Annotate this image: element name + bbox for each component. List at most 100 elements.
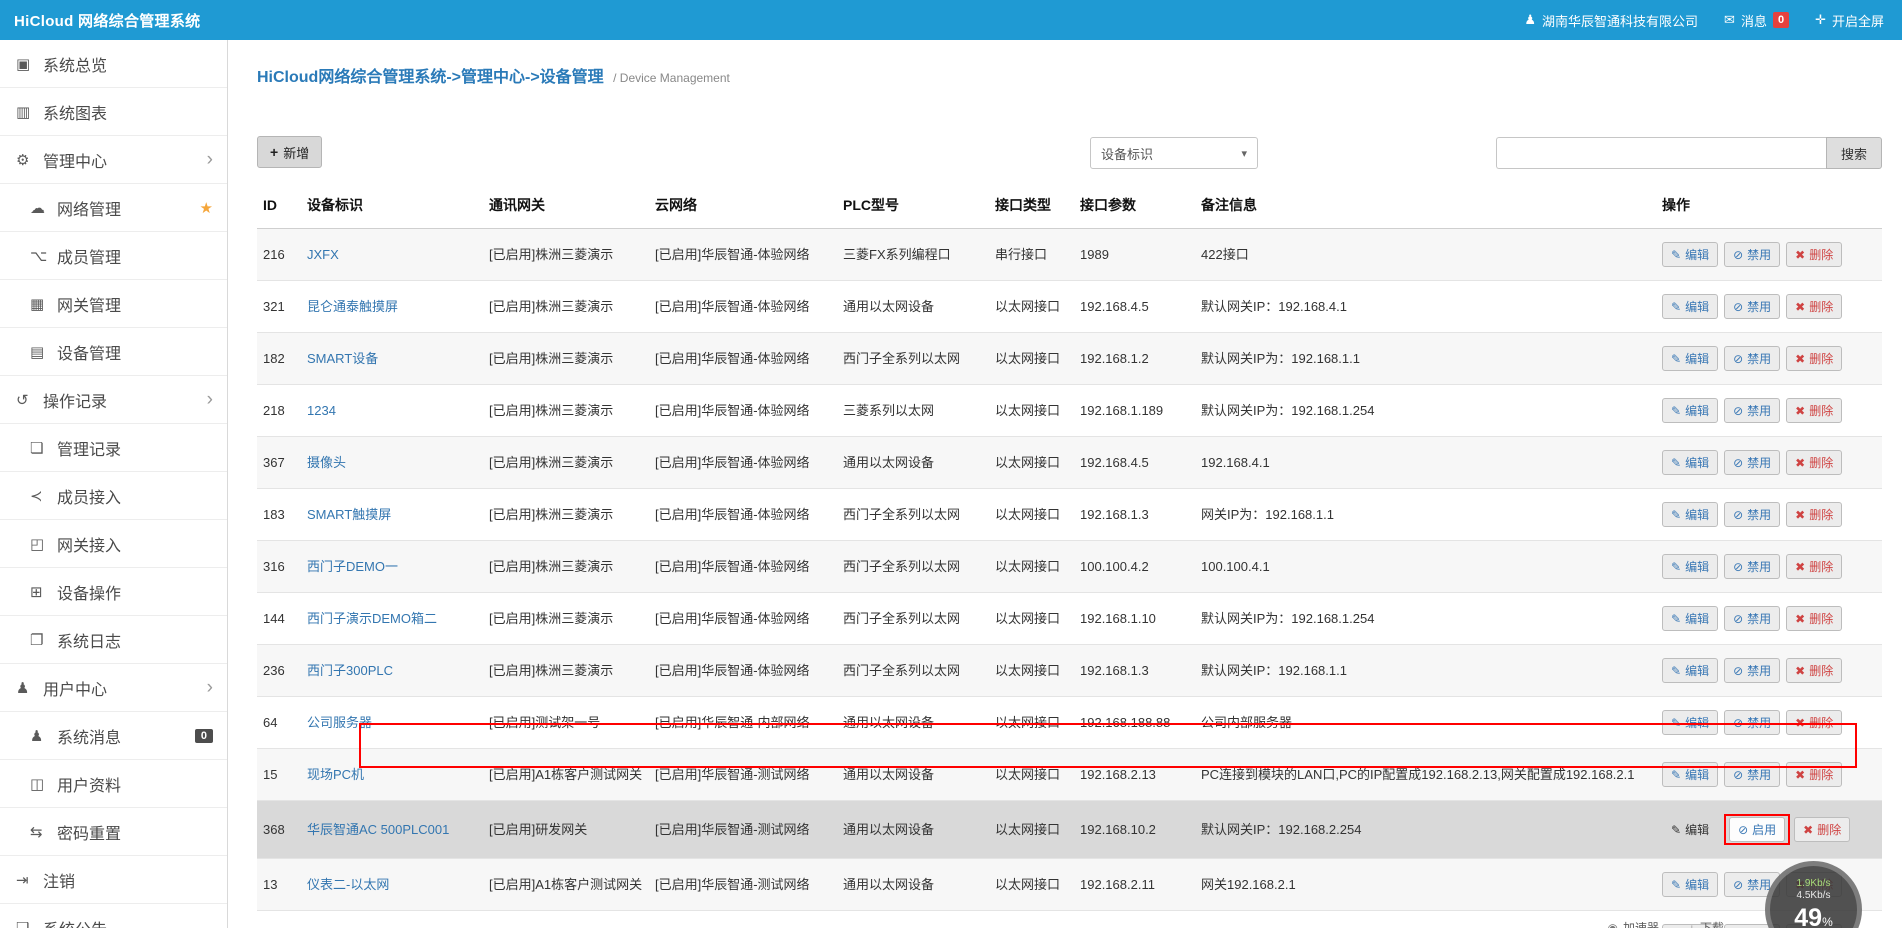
ban-icon: ⊘: [1733, 716, 1743, 730]
edit-button[interactable]: ✎编辑: [1662, 658, 1718, 683]
disable-button[interactable]: ⊘禁用: [1724, 762, 1780, 787]
delete-button[interactable]: ✖删除: [1786, 346, 1842, 371]
sidebar-item-logout[interactable]: ⇥注销: [0, 856, 227, 904]
sidebar-item-management-center[interactable]: ⚙管理中心›: [0, 136, 227, 184]
sidebar-item-system-logs[interactable]: ❐系统日志: [0, 616, 227, 664]
disable-button[interactable]: ⊘禁用: [1724, 658, 1780, 683]
sidebar-item-member-management[interactable]: ⌥成员管理: [0, 232, 227, 280]
delete-button[interactable]: ✖删除: [1786, 398, 1842, 423]
delete-button-label: 删除: [1809, 298, 1833, 315]
enable-highlight-box: ⊘启用: [1724, 814, 1790, 845]
company-menu[interactable]: ♟ 湖南华辰智通科技有限公司: [1524, 11, 1698, 30]
delete-button[interactable]: ✖删除: [1786, 294, 1842, 319]
sidebar-item-system-announcement[interactable]: ❑系统公告: [0, 904, 227, 928]
sidebar-item-label: 系统总览: [43, 52, 107, 76]
delete-button-label: 删除: [1809, 714, 1833, 731]
edit-button[interactable]: ✎编辑: [1662, 710, 1718, 735]
device-name-link[interactable]: 昆仑通泰触摸屏: [307, 299, 398, 314]
fullscreen-button[interactable]: ✛ 开启全屏: [1815, 11, 1884, 30]
sidebar-item-label: 系统日志: [57, 628, 121, 652]
edit-button[interactable]: ✎编辑: [1662, 872, 1718, 897]
device-name-link[interactable]: 公司服务器: [307, 715, 372, 730]
plc-model-cell: 通用串口设备: [843, 911, 995, 928]
plc-model-cell: 西门子全系列以太网: [843, 541, 995, 593]
enable-button[interactable]: ⊘启用: [1729, 817, 1785, 842]
delete-button[interactable]: ✖删除: [1786, 658, 1842, 683]
disable-button[interactable]: ⊘禁用: [1724, 398, 1780, 423]
device-name-link[interactable]: 摄像头: [307, 455, 346, 470]
delete-button[interactable]: ✖删除: [1786, 242, 1842, 267]
delete-button[interactable]: ✖删除: [1786, 762, 1842, 787]
sidebar-item-gateway-management[interactable]: ▦网关管理: [0, 280, 227, 328]
filter-dropdown[interactable]: 设备标识 ▾: [1090, 137, 1258, 169]
edit-button[interactable]: ✎编辑: [1662, 502, 1718, 527]
disable-button[interactable]: ⊘禁用: [1724, 294, 1780, 319]
edit-button[interactable]: ✎编辑: [1662, 762, 1718, 787]
disable-button[interactable]: ⊘禁用: [1724, 606, 1780, 631]
sidebar-item-system-messages[interactable]: ♟系统消息0: [0, 712, 227, 760]
delete-button[interactable]: ✖删除: [1786, 502, 1842, 527]
ban-icon: ⊘: [1733, 878, 1743, 892]
disable-button[interactable]: ⊘禁用: [1724, 450, 1780, 475]
device-name-link[interactable]: 华辰智通AC 500PLC001: [307, 822, 449, 837]
search-input[interactable]: [1496, 137, 1826, 169]
messages-menu[interactable]: ✉ 消息 0: [1724, 11, 1789, 30]
sidebar-item-gateway-access[interactable]: ◰网关接入: [0, 520, 227, 568]
delete-icon: ✖: [1795, 560, 1805, 574]
desktop-icon: ▣: [16, 55, 43, 73]
top-bar: HiCloud 网络综合管理系统 ♟ 湖南华辰智通科技有限公司 ✉ 消息 0 ✛…: [0, 0, 1902, 40]
sidebar-item-label: 设备操作: [57, 580, 121, 604]
device-name-link[interactable]: SMART触摸屏: [307, 507, 391, 522]
device-name-link[interactable]: SMART设备: [307, 351, 378, 366]
bottom-strip: ◉ 加速器 ↓ 下载: [1607, 919, 1724, 928]
sidebar-item-device-management[interactable]: ▤设备管理: [0, 328, 227, 376]
interface-param-cell: 100.100.4.2: [1080, 541, 1201, 593]
delete-button-label: 删除: [1809, 246, 1833, 263]
add-device-button[interactable]: + 新增: [257, 136, 322, 168]
disable-button[interactable]: ⊘禁用: [1724, 710, 1780, 735]
device-name-link[interactable]: 仪表二-以太网: [307, 877, 389, 892]
device-name-link[interactable]: 1234: [307, 403, 336, 418]
edit-button[interactable]: ✎编辑: [1662, 346, 1718, 371]
delete-button[interactable]: ✖删除: [1786, 554, 1842, 579]
sidebar-item-system-overview[interactable]: ▣系统总览: [0, 40, 227, 88]
delete-button[interactable]: ✖删除: [1786, 450, 1842, 475]
disable-button[interactable]: ⊘禁用: [1724, 502, 1780, 527]
device-name-link[interactable]: 西门子DEMO一: [307, 559, 398, 574]
sidebar-item-operation-records[interactable]: ↺操作记录›: [0, 376, 227, 424]
sidebar-item-network-management[interactable]: ☁网络管理★: [0, 184, 227, 232]
sidebar-item-member-access[interactable]: ≺成员接入: [0, 472, 227, 520]
edit-button[interactable]: ✎编辑: [1662, 817, 1718, 842]
gears-icon: ⚙: [16, 151, 43, 169]
edit-button[interactable]: ✎编辑: [1662, 242, 1718, 267]
delete-button[interactable]: ✖删除: [1794, 817, 1850, 842]
download-item[interactable]: ↓ 下载: [1689, 919, 1724, 928]
device-name-link[interactable]: 西门子演示DEMO箱二: [307, 611, 437, 626]
device-name-link[interactable]: JXFX: [307, 247, 339, 262]
device-name-link[interactable]: 现场PC机: [307, 767, 364, 782]
column-header: 备注信息: [1201, 182, 1662, 229]
delete-button[interactable]: ✖删除: [1786, 606, 1842, 631]
sidebar-item-password-reset[interactable]: ⇆密码重置: [0, 808, 227, 856]
accelerator-item[interactable]: ◉ 加速器: [1607, 919, 1659, 928]
device-name-link[interactable]: 西门子300PLC: [307, 663, 393, 678]
edit-button[interactable]: ✎编辑: [1662, 606, 1718, 631]
disable-button[interactable]: ⊘禁用: [1724, 346, 1780, 371]
sidebar-item-management-records[interactable]: ❏管理记录: [0, 424, 227, 472]
user-icon: ♟: [30, 727, 57, 745]
ban-icon: ⊘: [1733, 456, 1743, 470]
sidebar-item-user-center[interactable]: ♟用户中心›: [0, 664, 227, 712]
edit-button[interactable]: ✎编辑: [1662, 450, 1718, 475]
search-button[interactable]: 搜索: [1826, 137, 1882, 169]
edit-button[interactable]: ✎编辑: [1662, 294, 1718, 319]
edit-button[interactable]: ✎编辑: [1662, 554, 1718, 579]
sidebar-item-user-profile[interactable]: ◫用户资料: [0, 760, 227, 808]
edit-icon: ✎: [1671, 664, 1681, 678]
edit-button[interactable]: ✎编辑: [1662, 398, 1718, 423]
disable-button[interactable]: ⊘禁用: [1724, 242, 1780, 267]
delete-button[interactable]: ✖删除: [1786, 710, 1842, 735]
disable-button[interactable]: ⊘禁用: [1724, 554, 1780, 579]
sidebar-item-system-charts[interactable]: ▥系统图表: [0, 88, 227, 136]
column-header: 接口参数: [1080, 182, 1201, 229]
sidebar-item-device-operations[interactable]: ⊞设备操作: [0, 568, 227, 616]
